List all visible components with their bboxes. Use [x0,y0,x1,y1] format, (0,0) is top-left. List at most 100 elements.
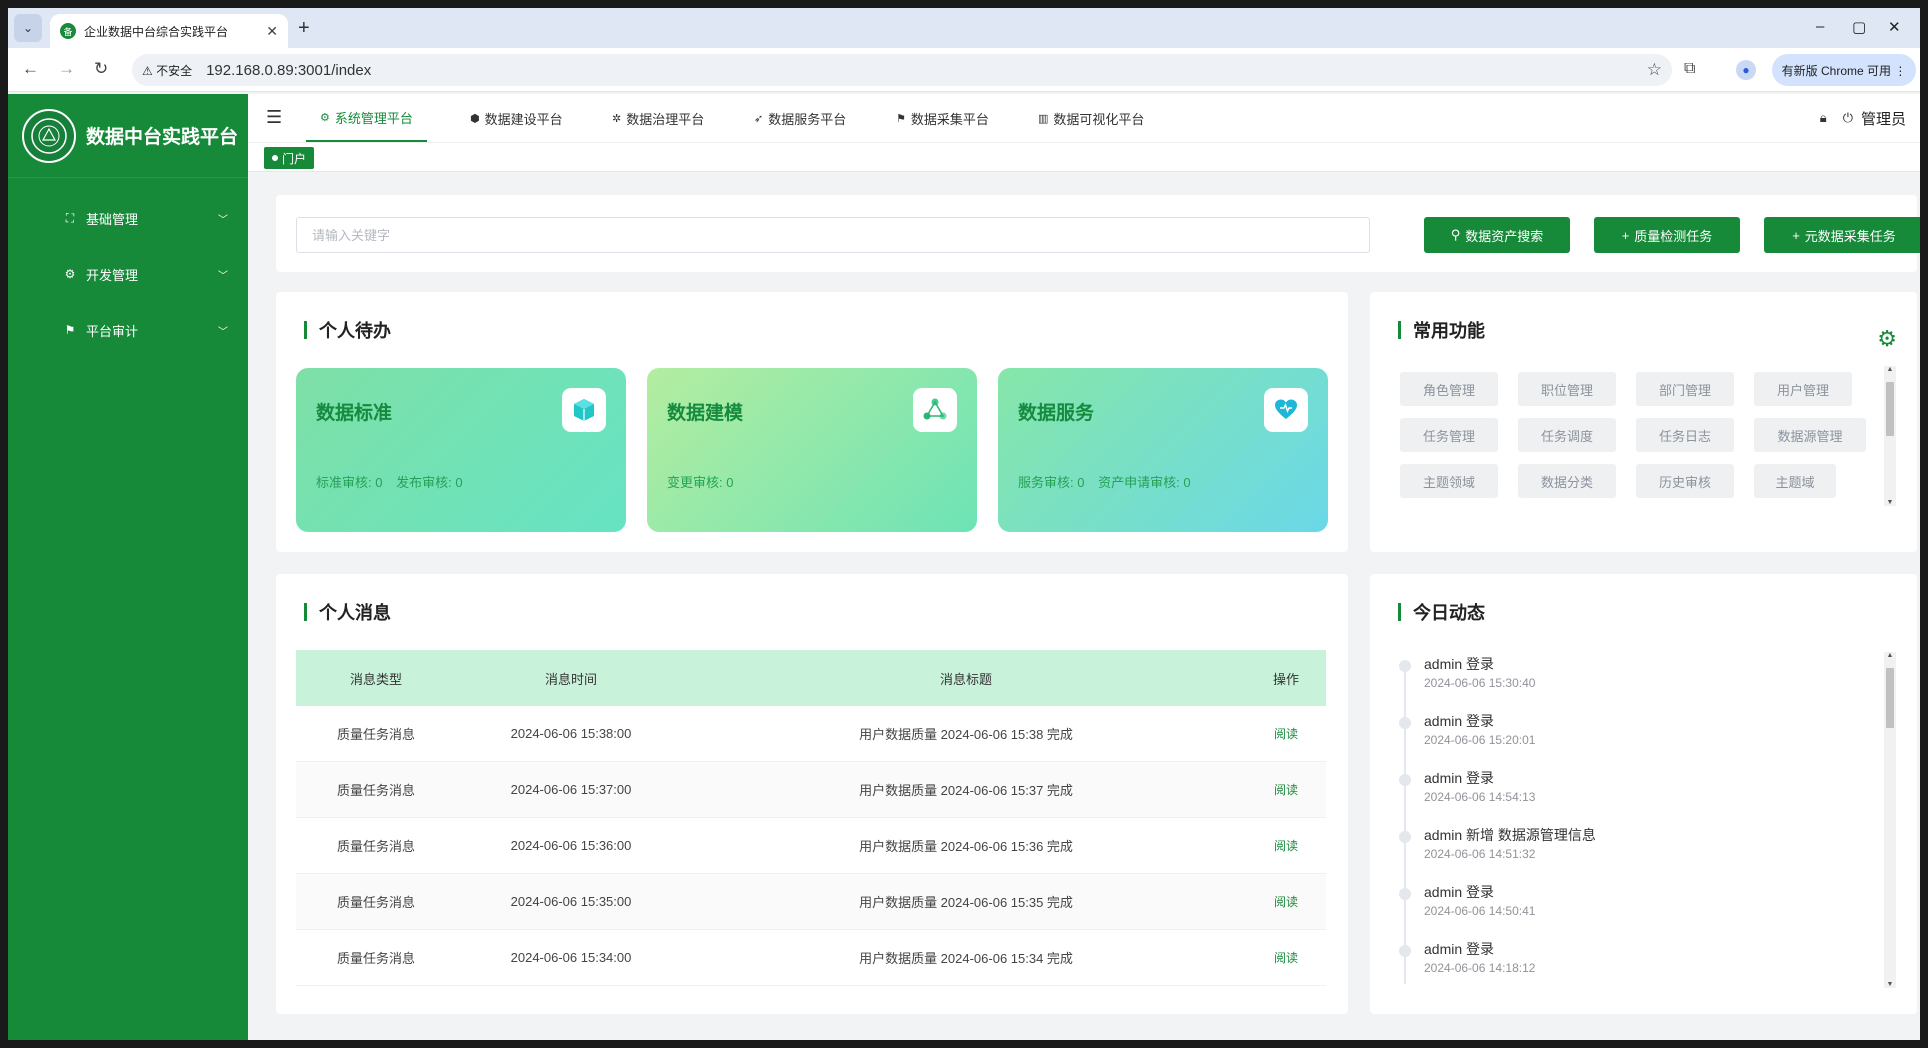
user-name[interactable]: 管理员 [1861,108,1906,129]
col-action: 操作 [1272,671,1299,687]
address-bar[interactable]: ⚠ 不安全 192.168.0.89:3001/index ☆ [132,54,1672,86]
user-area: 🔒︎ ⏻ 管理员 [1820,94,1906,142]
tab-search-chevron-icon[interactable]: ⌄ [14,14,42,42]
tab-close-icon[interactable]: ✕ [266,23,278,40]
insecure-badge[interactable]: ⚠ 不安全 [142,62,192,79]
maximize-button[interactable]: ▢ [1852,18,1866,36]
top-nav: ☰ ⚙ 系统管理平台 ⬢ 数据建设平台 ✲ 数据治理平台 ➶ 数据服务平台 ⚑ … [248,94,1920,142]
activity-scrollbar[interactable]: ▲ ▼ [1884,652,1896,988]
quality-check-task-button[interactable]: + 质量检测任务 [1594,217,1740,253]
tab-data-build[interactable]: ⬢ 数据建设平台 [470,94,563,142]
cube-icon [562,388,606,432]
functions-scrollbar[interactable]: ▲ ▼ [1884,366,1896,506]
sidebar-item-basic-management[interactable]: ⛶ 基础管理 ﹀ [8,190,248,246]
func-position-management[interactable]: 职位管理 [1518,372,1616,406]
new-tab-button[interactable]: + [298,17,310,39]
func-department-management[interactable]: 部门管理 [1636,372,1734,406]
stat-standard-review[interactable]: 标准审核: 0 [316,475,382,490]
grid-icon: ⛶ [65,210,75,225]
bar-chart-icon: ▥ [1038,112,1049,125]
todo-stats: 标准审核: 0 发布审核: 0 [316,472,473,491]
read-link[interactable]: 阅读 [1274,783,1298,797]
stat-service-review[interactable]: 服务审核: 0 [1018,475,1084,490]
tab-data-visualization[interactable]: ▥ 数据可视化平台 [1038,94,1144,142]
todo-data-modeling[interactable]: 数据建模 变更审核: 0 [647,368,977,532]
keyword-search-input[interactable] [296,217,1370,253]
func-user-management[interactable]: 用户管理 [1754,372,1852,406]
stat-asset-apply-review[interactable]: 资产申请审核: 0 [1098,475,1190,490]
scroll-down-arrow-icon[interactable]: ▼ [1884,499,1896,506]
stat-change-review[interactable]: 变更审核: 0 [667,475,733,490]
chrome-update-button[interactable]: 有新版 Chrome 可用 ⋮ [1772,54,1916,86]
timeline-item: admin 登录 2024-06-06 14:54:13 [1394,768,1874,825]
todo-data-service[interactable]: 数据服务 服务审核: 0 资产申请审核: 0 [998,368,1328,532]
scroll-up-arrow-icon[interactable]: ▲ [1884,366,1896,373]
bookmark-star-icon[interactable]: ☆ [1647,60,1662,80]
button-label: 质量检测任务 [1634,228,1713,244]
app-root: 数据中台实践平台 ⛶ 基础管理 ﹀ ⚙ 开发管理 ﹀ ⚑ 平台审计 ﹀ ☰ ⚙ … [8,94,1920,1040]
table-row: 质量任务消息 2024-06-06 15:34:00 用户数据质量 2024-0… [296,930,1326,986]
read-link[interactable]: 阅读 [1274,951,1298,965]
func-task-log[interactable]: 任务日志 [1636,418,1734,452]
func-history-review[interactable]: 历史审核 [1636,464,1734,498]
url-text[interactable]: 192.168.0.89:3001/index [206,62,371,79]
rocket-icon: ➶ [754,112,764,125]
tag-portal[interactable]: 门户 [264,147,315,169]
scroll-down-arrow-icon[interactable]: ▼ [1884,981,1896,988]
main-content: ⚲ 数据资产搜索 + 质量检测任务 + 元数据采集任务 个人待办 数据标准 [248,172,1920,1040]
func-subject-area[interactable]: 主题领域 [1400,464,1498,498]
scroll-thumb[interactable] [1886,668,1894,728]
stat-publish-review[interactable]: 发布审核: 0 [396,475,462,490]
timeline-item: admin 登录 2024-06-06 15:20:01 [1394,711,1874,768]
menu-toggle-icon[interactable]: ☰ [266,107,282,128]
tab-data-service[interactable]: ➶ 数据服务平台 [754,94,846,142]
chevron-down-icon: ﹀ [218,214,228,226]
tab-data-collection[interactable]: ⚑ 数据采集平台 [896,94,989,142]
timeline-dot [1399,831,1411,843]
activity-text: admin 登录 [1424,713,1495,729]
tab-label: 系统管理平台 [334,110,413,126]
profile-avatar-icon[interactable]: ● [1736,60,1756,80]
read-link[interactable]: 阅读 [1274,727,1298,741]
minimize-button[interactable]: – [1816,18,1824,35]
messages-table: 消息类型 消息时间 消息标题 操作 质量任务消息 2024-06-06 15:3… [296,650,1326,986]
personal-todo-card: 个人待办 数据标准 标准审核: 0 发布审核: 0 数据建模 变更审核: 0 数… [276,292,1348,552]
todo-data-standard[interactable]: 数据标准 标准审核: 0 发布审核: 0 [296,368,626,532]
scroll-up-arrow-icon[interactable]: ▲ [1884,652,1896,659]
lock-icon[interactable]: 🔒︎ [1820,110,1827,126]
timeline-item: admin 登录 2024-06-06 14:18:12 [1394,939,1874,996]
activity-time: 2024-06-06 15:30:40 [1424,676,1536,690]
sidebar-item-platform-audit[interactable]: ⚑ 平台审计 ﹀ [8,302,248,358]
browser-tab[interactable]: 备 企业数据中台综合实践平台 ✕ [50,14,288,48]
func-task-management[interactable]: 任务管理 [1400,418,1498,452]
func-data-classification[interactable]: 数据分类 [1518,464,1616,498]
read-link[interactable]: 阅读 [1274,839,1298,853]
func-datasource-management[interactable]: 数据源管理 [1754,418,1866,452]
asset-search-button[interactable]: ⚲ 数据资产搜索 [1424,217,1570,253]
settings-gear-icon[interactable]: ⚙ [1877,326,1897,352]
brand-title: 数据中台实践平台 [86,127,239,148]
read-link[interactable]: 阅读 [1274,895,1298,909]
window-close-button[interactable]: ✕ [1888,18,1901,36]
back-arrow-icon[interactable]: ← [22,59,39,79]
network-icon [913,388,957,432]
scroll-thumb[interactable] [1886,382,1894,436]
forward-arrow-icon[interactable]: → [58,59,75,79]
plus-icon: + [1792,227,1800,243]
cell-type: 质量任务消息 [336,839,415,854]
metadata-collection-task-button[interactable]: + 元数据采集任务 [1764,217,1920,253]
power-icon[interactable]: ⏻ [1843,110,1853,126]
tab-data-governance[interactable]: ✲ 数据治理平台 [612,94,704,142]
timeline-item: admin 新增 数据源管理信息 2024-06-06 14:51:32 [1394,825,1874,882]
func-subject-domain[interactable]: 主题域 [1754,464,1836,498]
tab-system-management[interactable]: ⚙ 系统管理平台 [306,94,427,142]
reload-icon[interactable]: ↻ [94,59,108,79]
tab-title: 企业数据中台综合实践平台 [84,24,229,39]
gear-icon: ⚙ [64,267,76,281]
func-task-scheduling[interactable]: 任务调度 [1518,418,1616,452]
sidebar-item-dev-management[interactable]: ⚙ 开发管理 ﹀ [8,246,248,302]
gear-icon: ⚙ [320,111,330,124]
extensions-icon[interactable]: ⧉ [1684,60,1695,78]
func-role-management[interactable]: 角色管理 [1400,372,1498,406]
browser-tab-bar: ⌄ 备 企业数据中台综合实践平台 ✕ + – ▢ ✕ [8,8,1920,48]
